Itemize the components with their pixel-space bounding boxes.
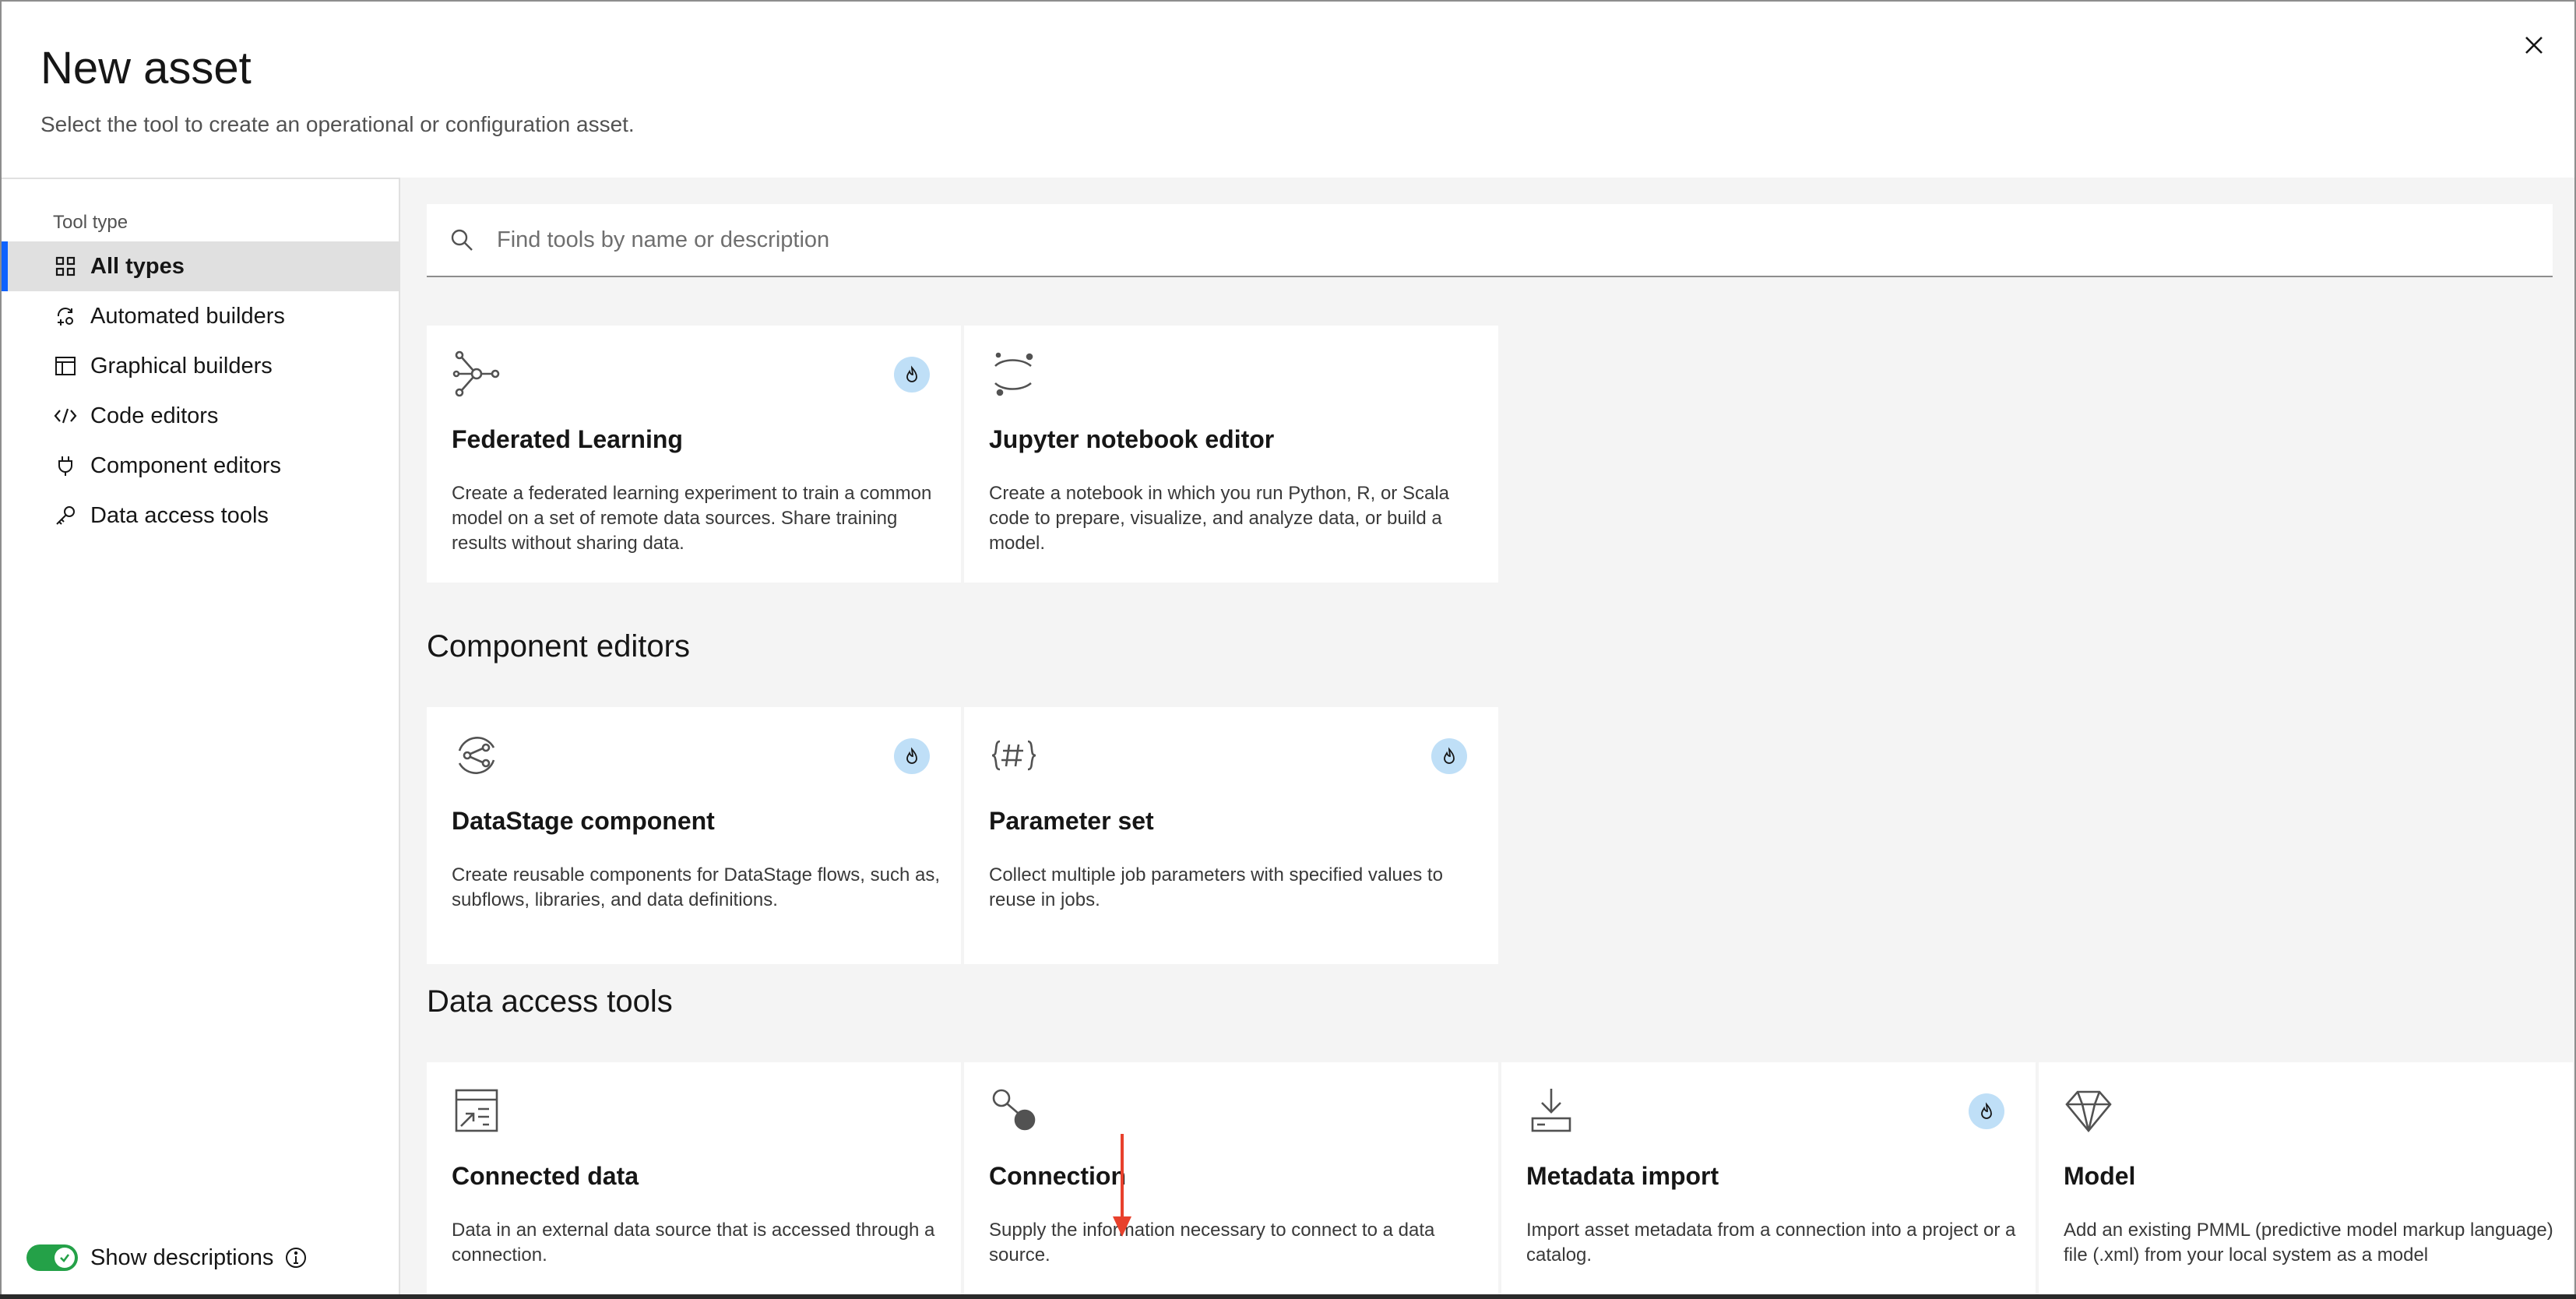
section-title-component-editors: Component editors	[427, 629, 690, 664]
dialog-header: New asset Select the tool to create an o…	[2, 2, 2574, 178]
sidebar-item-component-editors[interactable]: Component editors	[2, 441, 399, 491]
card-title: DataStage component	[452, 807, 715, 835]
search-input[interactable]	[495, 226, 2445, 254]
connection-icon	[992, 1089, 1036, 1131]
badge-icon	[894, 738, 930, 774]
dialog-title: New asset	[40, 43, 252, 93]
section-title-data-access-tools: Data access tools	[427, 984, 673, 1019]
show-descriptions-label: Show descriptions	[90, 1244, 274, 1270]
card-title: Parameter set	[989, 807, 1154, 835]
card-title: Metadata import	[1526, 1162, 1719, 1190]
dialog-subtitle: Select the tool to create an operational…	[40, 112, 635, 136]
card-title: Federated Learning	[452, 425, 683, 453]
download-icon	[1531, 1089, 1571, 1132]
sidebar-item-code-editors[interactable]: Code editors	[2, 391, 399, 441]
code-icon	[53, 403, 78, 428]
automated-builder-icon	[53, 304, 78, 329]
jupyter-icon	[994, 352, 1033, 396]
diamond-icon	[2065, 1090, 2112, 1133]
search-icon	[449, 227, 475, 253]
connected-data-icon	[455, 1089, 498, 1132]
badge-icon	[1431, 738, 1467, 774]
tool-catalog: Federated Learning Create a federated le…	[400, 178, 2574, 1297]
sidebar-item-all-types[interactable]: All types	[2, 241, 399, 291]
taskbar-strip	[0, 1294, 2576, 1299]
sidebar-item-automated-builders[interactable]: Automated builders	[2, 291, 399, 341]
card-description: Create a federated learning experiment t…	[452, 483, 932, 554]
card-federated-learning[interactable]: Federated Learning Create a federated le…	[427, 326, 961, 583]
card-description: Add an existing PMML (predictive model m…	[2064, 1220, 2553, 1266]
sidebar-item-label: Component editors	[90, 452, 282, 478]
search-bar	[427, 204, 2553, 277]
card-description: Create a notebook in which you run Pytho…	[989, 483, 1449, 554]
card-title: Connection	[989, 1162, 1126, 1190]
show-descriptions-row: Show descriptions	[26, 1244, 308, 1271]
sidebar-item-label: All types	[90, 253, 185, 279]
parameter-set-icon	[991, 740, 1036, 771]
badge-icon	[894, 357, 930, 393]
info-icon[interactable]	[284, 1246, 308, 1269]
sidebar-item-label: Graphical builders	[90, 353, 273, 378]
grid-icon	[53, 254, 78, 279]
card-title: Model	[2064, 1162, 2136, 1190]
card-description: Import asset metadata from a connection …	[1526, 1220, 2016, 1266]
close-button[interactable]	[2512, 23, 2556, 67]
show-descriptions-toggle[interactable]	[26, 1244, 78, 1271]
card-description: Create reusable components for DataStage…	[452, 864, 940, 910]
graphical-builder-icon	[53, 354, 78, 378]
card-model[interactable]: Model Add an existing PMML (predictive m…	[2039, 1062, 2573, 1297]
card-jupyter-notebook-editor[interactable]: Jupyter notebook editor Create a noteboo…	[964, 326, 1498, 583]
datastage-component-icon	[458, 737, 495, 774]
card-parameter-set[interactable]: Parameter set Collect multiple job param…	[964, 707, 1498, 964]
sidebar-item-data-access-tools[interactable]: Data access tools	[2, 491, 399, 540]
sidebar-item-label: Data access tools	[90, 502, 269, 528]
card-title: Connected data	[452, 1162, 639, 1190]
card-title: Jupyter notebook editor	[989, 425, 1275, 453]
plug-icon	[53, 453, 78, 478]
card-description: Supply the information necessary to conn…	[989, 1220, 1435, 1266]
new-asset-dialog: New asset Select the tool to create an o…	[0, 0, 2576, 1299]
sidebar-item-graphical-builders[interactable]: Graphical builders	[2, 341, 399, 391]
card-connection[interactable]: Connection Supply the information necess…	[964, 1062, 1498, 1297]
key-icon	[53, 503, 78, 528]
sidebar-item-label: Automated builders	[90, 303, 285, 329]
close-icon	[2525, 37, 2543, 54]
sidebar-item-label: Code editors	[90, 403, 219, 428]
annotation-arrow-icon	[1113, 1134, 1131, 1237]
card-datastage-component[interactable]: DataStage component Create reusable comp…	[427, 707, 961, 964]
checkmark-icon	[55, 1248, 75, 1268]
badge-icon	[1969, 1093, 2004, 1129]
card-description: Collect multiple job parameters with spe…	[989, 864, 1443, 910]
card-description: Data in an external data source that is …	[452, 1220, 935, 1266]
sidebar-heading: Tool type	[53, 212, 128, 233]
card-metadata-import[interactable]: Metadata import Import asset metadata fr…	[1501, 1062, 2036, 1297]
federated-learning-icon	[452, 350, 500, 397]
card-connected-data[interactable]: Connected data Data in an external data …	[427, 1062, 961, 1297]
tool-type-sidebar: Tool type All types Automated builders G…	[2, 178, 400, 1297]
